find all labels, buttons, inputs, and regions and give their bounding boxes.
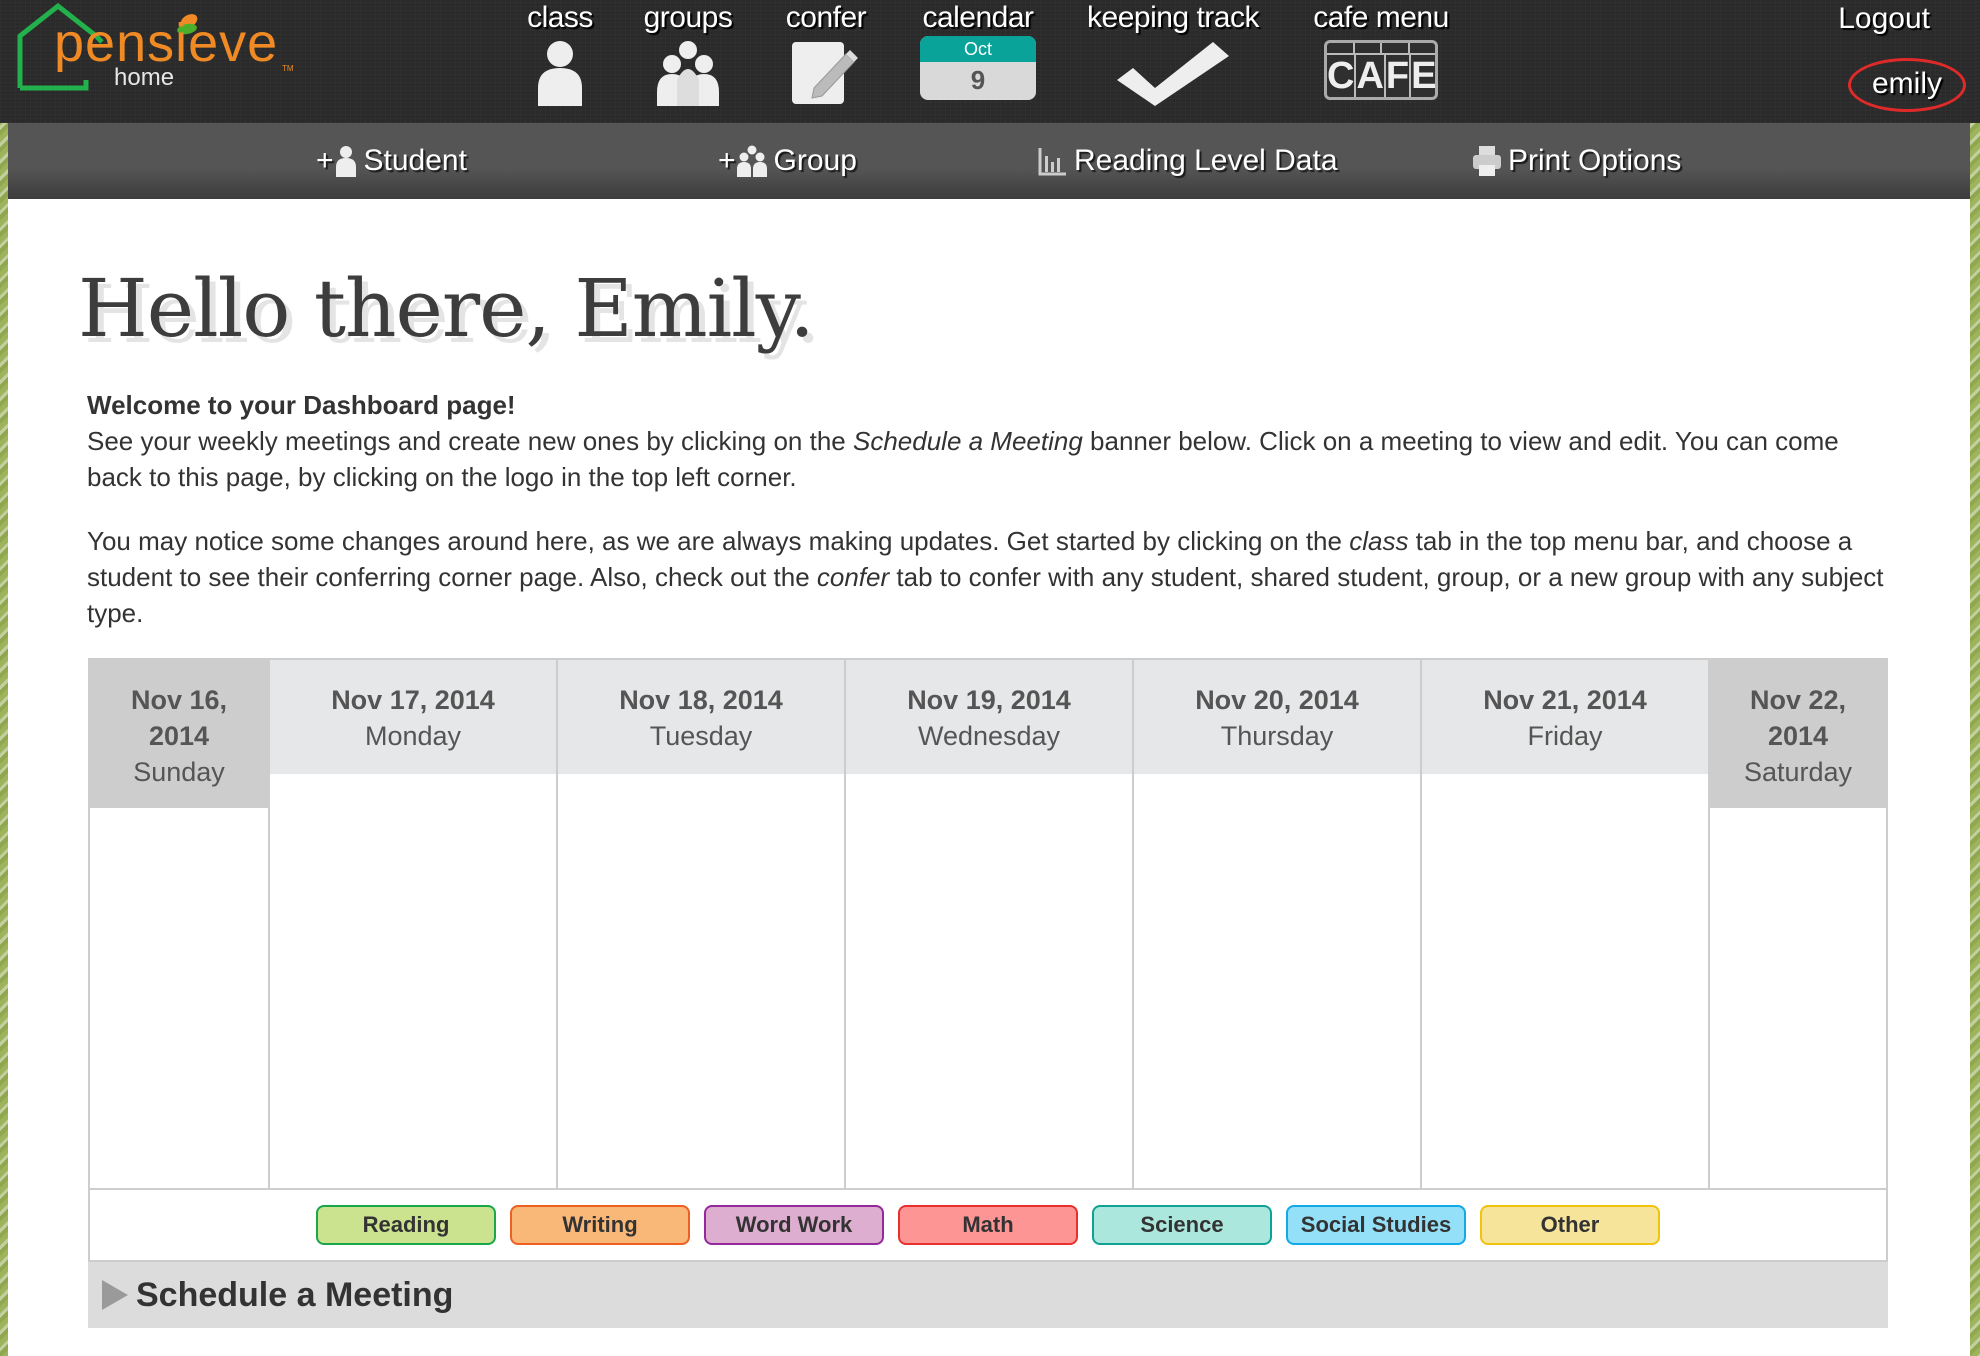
calendar-day-tuesday[interactable]: Nov 18, 2014 Tuesday [558,660,846,1188]
subject-legend: Reading Writing Word Work Math Science S… [88,1188,1888,1262]
day-header: Nov 22, 2014 Saturday [1710,660,1886,808]
logo-wordmark: pensieve [54,13,279,73]
day-header: Nov 18, 2014 Tuesday [558,660,844,774]
nav-class[interactable]: class [520,0,600,106]
welcome-heading: Welcome to your Dashboard page! [87,390,516,420]
nav-confer-label: confer [785,1,867,34]
intro-emphasis: confer [816,562,890,592]
nav-keeping-track-label: keeping track [1087,1,1259,34]
plus-sign: + [718,144,736,177]
add-group-button[interactable]: + Group [718,123,857,199]
nav-calendar[interactable]: calendar Oct 9 [916,0,1040,100]
intro-emphasis: Schedule a Meeting [852,426,1083,456]
calendar-day-thursday[interactable]: Nov 20, 2014 Thursday [1134,660,1422,1188]
expand-arrow-icon [102,1280,128,1310]
cafe-letter: F [1385,55,1412,97]
legend-other[interactable]: Other [1480,1205,1660,1245]
day-name: Wednesday [917,721,1061,751]
calendar-day-monday[interactable]: Nov 17, 2014 Monday [270,660,558,1188]
legend-social-studies[interactable]: Social Studies [1286,1205,1466,1245]
day-date: Nov 18, 2014 [619,685,783,715]
checkmark-icon [1117,42,1229,106]
logout-link[interactable]: Logout [1838,2,1930,36]
add-group-label: Group [773,144,857,177]
cafe-letter: A [1356,55,1386,97]
notepad-pencil-icon [792,42,858,104]
legend-math[interactable]: Math [898,1205,1078,1245]
day-date: Nov 22, 2014 [1749,685,1847,751]
intro-emphasis: class [1349,526,1409,556]
add-student-label: Student [363,144,467,177]
day-header: Nov 16, 2014 Sunday [90,660,268,808]
printer-icon [1473,146,1501,176]
nav-keeping-track[interactable]: keeping track [1078,0,1268,108]
calendar-day-sunday[interactable]: Nov 16, 2014 Sunday [90,660,270,1188]
nav-cafe-menu-label: cafe menu [1313,1,1449,34]
bar-chart-icon [1038,148,1066,176]
day-date: Nov 17, 2014 [331,685,495,715]
intro-text: See your weekly meetings and create new … [87,426,853,456]
day-date: Nov 21, 2014 [1483,685,1647,715]
welcome-text: Welcome to your Dashboard page! See your… [87,387,1897,659]
add-student-icon [335,146,356,177]
add-group-icon [736,145,767,177]
day-name: Tuesday [649,721,753,751]
day-name: Thursday [1220,721,1334,751]
nav-class-label: class [527,1,593,34]
day-date: Nov 16, 2014 [130,685,228,751]
nav-confer[interactable]: confer [776,0,876,106]
page-greeting: Hello there, Emily. [78,262,815,355]
logo-subtitle: home [114,64,175,91]
day-header: Nov 20, 2014 Thursday [1134,660,1420,774]
calendar-icon-day: 9 [970,65,986,95]
nav-cafe-menu[interactable]: cafe menu C A F E [1306,0,1456,100]
action-toolbar: + Student + Group Reading Level Data Pri… [8,123,1970,199]
day-name: Friday [1527,721,1603,751]
day-header: Nov 21, 2014 Friday [1422,660,1708,774]
calendar-day-wednesday[interactable]: Nov 19, 2014 Wednesday [846,660,1134,1188]
day-header: Nov 19, 2014 Wednesday [846,660,1132,774]
print-options-button[interactable]: Print Options [1472,123,1681,199]
calendar-day-saturday[interactable]: Nov 22, 2014 Saturday [1710,660,1886,1188]
cafe-letter: E [1411,55,1437,97]
person-icon [538,41,582,106]
nav-groups[interactable]: groups [636,0,740,106]
day-date: Nov 20, 2014 [1195,685,1359,715]
day-date: Nov 19, 2014 [907,685,1071,715]
calendar-icon: Oct 9 [920,36,1036,100]
legend-reading[interactable]: Reading [316,1205,496,1245]
day-header: Nov 17, 2014 Monday [270,660,556,774]
cafe-letter: C [1327,55,1357,97]
legend-science[interactable]: Science [1092,1205,1272,1245]
nav-groups-label: groups [643,1,733,34]
schedule-meeting-banner[interactable]: Schedule a Meeting [88,1262,1888,1328]
calendar-day-friday[interactable]: Nov 21, 2014 Friday [1422,660,1710,1188]
intro-text: You may notice some changes around here,… [87,526,1350,556]
add-student-button[interactable]: + Student [316,123,467,199]
day-name: Sunday [133,757,225,787]
plus-sign: + [316,144,334,177]
reading-level-data-label: Reading Level Data [1074,144,1338,177]
pensieve-home-logo[interactable]: pensieve home TM [14,2,294,92]
legend-writing[interactable]: Writing [510,1205,690,1245]
print-options-label: Print Options [1508,144,1682,177]
group-icon [657,41,719,106]
top-header: pensieve home TM class groups confer cal… [0,0,1980,123]
cafe-sign-icon: C A F E [1324,40,1438,100]
schedule-meeting-label: Schedule a Meeting [136,1275,454,1314]
calendar-icon-month: Oct [920,36,1036,62]
legend-word-work[interactable]: Word Work [704,1205,884,1245]
day-name: Monday [364,721,462,751]
nav-calendar-label: calendar [922,1,1034,34]
day-name: Saturday [1743,757,1853,787]
weekly-calendar: Nov 16, 2014 Sunday Nov 17, 2014 Monday … [88,658,1888,1188]
logo-trademark: TM [282,64,294,73]
user-account-link[interactable]: emily [1848,58,1966,112]
reading-level-data-button[interactable]: Reading Level Data [1038,123,1338,199]
